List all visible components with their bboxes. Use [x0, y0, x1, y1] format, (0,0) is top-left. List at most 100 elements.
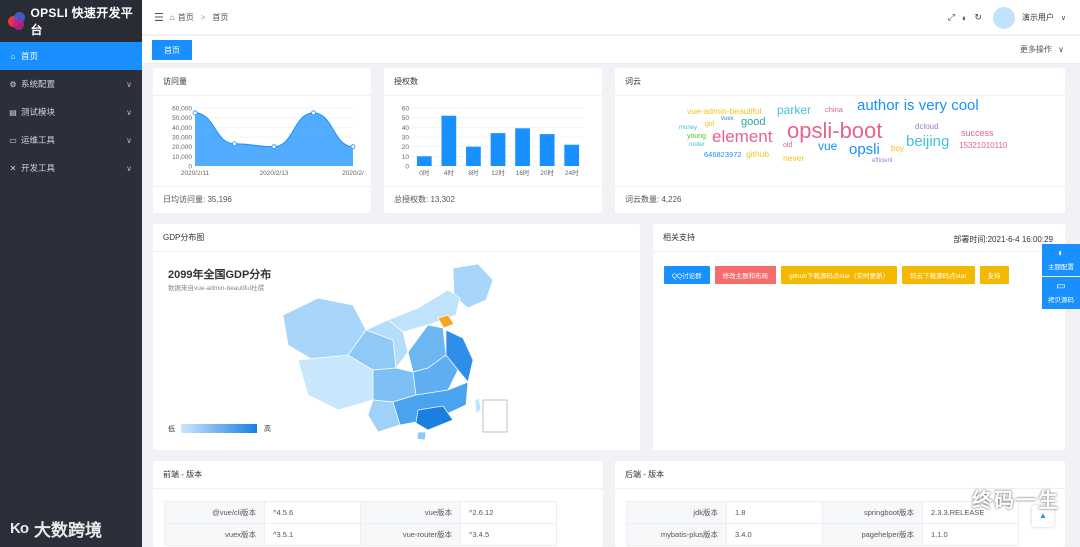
x-tick-label: 0时 [419, 168, 430, 177]
brand[interactable]: OPSLI 快速开发平台 [0, 0, 142, 42]
cloud-word: beijing [906, 133, 950, 150]
support-button[interactable]: QQ讨论群 [664, 266, 710, 284]
deploy-time: 部署时间:2021-6-4 16:00:29 [953, 235, 1053, 244]
chevron-down-icon: ∨ [126, 163, 132, 173]
support-button[interactable]: 修改主题和布局 [714, 266, 777, 284]
data-point [350, 144, 356, 150]
version-key: vue-router版本 [360, 523, 461, 546]
cloud-word: element [712, 127, 773, 146]
palette-icon: ◐ [1057, 248, 1065, 259]
version-value: 1.8 [726, 501, 823, 524]
table-icon: ▤ [9, 107, 17, 117]
version-key: vuex版本 [164, 523, 265, 546]
x-tick-label: 20时 [540, 168, 554, 177]
visits-chart: 60,00050,00040,00030,00020,00010,0000202… [172, 106, 364, 178]
auth-card: 授权数 60 50 40 30 20 10 0 0时 4时 8时 12时 16时 20时 24时 总授权数… [384, 68, 602, 213]
cloud-word: router [689, 142, 705, 148]
version-key: springboot版本 [822, 501, 923, 524]
more-actions[interactable]: 更多操作 ∨ [1020, 44, 1064, 55]
cloud-word: github [746, 149, 770, 159]
theme-config-button[interactable]: ◐ 主题配置 [1042, 244, 1080, 276]
fullscreen-icon[interactable]: ⤢ [948, 12, 955, 23]
map-region-hainan [416, 431, 427, 440]
support-button[interactable]: 码云下载源码点star [902, 266, 975, 284]
support-button[interactable]: 支持 [979, 266, 1009, 284]
watermark-logo: Ko 大数跨境 [10, 516, 102, 541]
breadcrumb-item[interactable]: 首页 [178, 12, 194, 23]
chevron-down-icon[interactable]: ∨ [1061, 14, 1066, 22]
y-tick-label: 40,000 [172, 125, 192, 132]
copy-source-button[interactable]: ▭ 拷贝源码 [1042, 277, 1080, 309]
wechat-watermark: 终码一生 [972, 490, 1060, 512]
cloud-word: money [679, 125, 698, 131]
cloud-word: success [961, 128, 994, 138]
map-subtitle: 数据来自vue-admin-beautiful杜撰 [168, 285, 265, 292]
cloud-word: vue [818, 139, 838, 153]
watermark-mark: Ko [10, 520, 29, 537]
version-key: mybatis-plus版本 [626, 523, 727, 546]
bar [416, 156, 432, 166]
frontend-card: 前端 - 版本 @vue/cli版本 ^4.5.6 vue版本 ^2.6.12 vuex… [153, 461, 603, 547]
support-button[interactable]: github下载源码点star（实时更新） [781, 266, 898, 284]
cloud-word: china [825, 105, 843, 114]
sidebar: OPSLI 快速开发平台 ⌂ 首页 ⚙ 系统配置 ∨ ▤ 测试模块 ∨ ▭ 运维工具 ∨ ✕ 开发工具 ∨… [0, 0, 142, 547]
cloud-word: vuex [721, 116, 734, 122]
x-tick-label: 8时 [468, 168, 479, 177]
x-tick-label: 2020/2/11 [181, 170, 210, 177]
sidebar-item[interactable]: ▭ 运维工具 ∨ [0, 126, 142, 154]
bar [564, 144, 580, 166]
china-map [282, 263, 508, 440]
sidebar-item[interactable]: ✕ 开发工具 ∨ [0, 154, 142, 182]
legend-high: 高 [264, 426, 271, 433]
tabs-bar: 首页 更多操作 ∨ [142, 36, 1080, 64]
map-region-taiwan [474, 397, 482, 414]
version-value: ^2.6.12 [460, 501, 557, 524]
south-china-sea-inset [482, 399, 508, 433]
menu-toggle-icon[interactable]: ☰ [154, 11, 164, 24]
support-card: 相关支持 部署时间:2021-6-4 16:00:29 QQ讨论群 修改主题和布局… [653, 224, 1065, 450]
cloud-word: young [687, 133, 707, 140]
sidebar-item-label: 测试模块 [21, 107, 56, 117]
breadcrumb-item[interactable]: 首页 [212, 12, 228, 23]
map-legend-bar [181, 424, 257, 433]
tab-home[interactable]: 首页 [152, 40, 192, 60]
data-point [192, 110, 198, 116]
auth-chart: 60 50 40 30 20 10 0 0时 4时 8时 12时 16时 20时 24时 [402, 106, 584, 177]
map-region-beijing [437, 314, 455, 329]
x-tick-label: 2020/2/ [342, 170, 364, 177]
table-row: @vue/cli版本 ^4.5.6 vue版本 ^2.6.12 [164, 501, 557, 524]
refresh-icon[interactable]: ↻ [974, 12, 982, 23]
y-tick-label: 20,000 [172, 144, 192, 151]
theme-config-label: 主题配置 [1048, 264, 1074, 271]
data-point [232, 141, 237, 147]
data-point [311, 110, 316, 116]
avatar[interactable] [992, 6, 1015, 29]
x-tick-label: 12时 [491, 168, 505, 177]
sidebar-item[interactable]: ⚙ 系统配置 ∨ [0, 70, 142, 98]
table-row: jdk版本 1.8 springboot版本 2.3.3.RELEASE [626, 501, 1019, 524]
version-key: vue版本 [360, 501, 461, 524]
x-tick-label: 24时 [565, 168, 579, 177]
sidebar-item[interactable]: ▤ 测试模块 ∨ [0, 98, 142, 126]
version-value: 1.1.0 [922, 523, 1019, 546]
table-row: vuex版本 ^3.5.1 vue-router版本 ^3.4.5 [164, 523, 557, 546]
version-key: pagehelper版本 [822, 523, 923, 546]
palette-icon[interactable]: ◐ [962, 13, 967, 23]
wordcloud-footer: 词云数量: 4,226 [625, 195, 682, 204]
sidebar-item-label: 开发工具 [21, 163, 56, 173]
watermark-text: 大数跨境 [34, 521, 102, 540]
card-title: 前端 - 版本 [153, 461, 603, 489]
data-point [271, 144, 277, 150]
area-fill [195, 112, 353, 166]
chevron-down-icon: ∨ [1058, 45, 1064, 54]
user-name[interactable]: 演示用户 [1022, 12, 1054, 23]
legend-low: 低 [168, 426, 175, 433]
y-tick-label: 10 [402, 154, 410, 161]
cloud-word: parker [777, 103, 812, 117]
sidebar-item[interactable]: ⌂ 首页 [0, 42, 142, 70]
logo [8, 12, 25, 30]
tools-icon: ✕ [9, 163, 17, 173]
version-key: jdk版本 [626, 501, 727, 524]
version-value: ^3.4.5 [460, 523, 557, 546]
y-tick-label: 50,000 [172, 115, 192, 122]
